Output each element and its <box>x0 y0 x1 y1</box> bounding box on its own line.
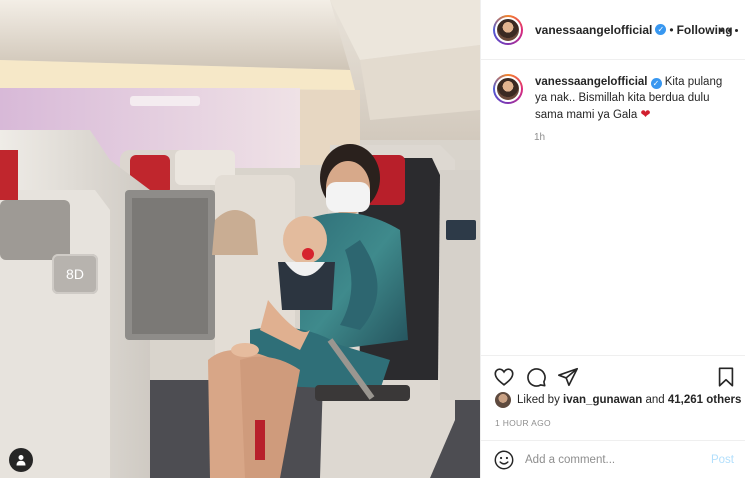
post-comment-button[interactable]: Post <box>711 454 734 466</box>
comment-input[interactable] <box>525 453 711 466</box>
more-horizontal-icon[interactable] <box>720 21 738 39</box>
caption-timestamp[interactable]: 1h <box>534 132 545 143</box>
red-heart-emoji: ❤ <box>640 107 651 121</box>
liker-avatar[interactable] <box>495 392 511 408</box>
person-icon <box>16 455 26 466</box>
caption-avatar[interactable] <box>493 74 523 104</box>
header-separator: • <box>669 22 674 37</box>
likes-and: and <box>645 394 665 406</box>
liker-username[interactable]: ivan_gunawan <box>563 394 642 406</box>
caption-username[interactable]: vanessaangelofficial <box>535 76 648 88</box>
likes-summary: Liked by ivan_gunawan and 41,261 others <box>495 392 741 408</box>
post-photo[interactable]: 8D <box>0 0 480 478</box>
user-tags-button[interactable] <box>9 448 33 472</box>
action-bar <box>481 355 745 397</box>
author-username[interactable]: vanessaangelofficial <box>535 23 652 37</box>
smiley-icon[interactable] <box>493 449 515 471</box>
heart-icon[interactable] <box>493 366 515 388</box>
bookmark-icon[interactable] <box>715 366 737 388</box>
comment-icon[interactable] <box>525 366 547 388</box>
verified-badge-icon: ✓ <box>650 78 662 89</box>
caption-text-block: vanessaangelofficial ✓ Kita pulang ya nak… <box>535 74 735 123</box>
share-icon[interactable] <box>557 366 579 388</box>
seat-number-label: 8D <box>52 254 98 294</box>
airplane-cabin-image <box>0 0 480 478</box>
author-avatar[interactable] <box>493 14 523 45</box>
comment-bar: Post <box>481 440 745 478</box>
verified-badge-icon: ✓ <box>655 24 667 35</box>
post-caption: vanessaangelofficial ✓ Kita pulang ya nak… <box>493 74 738 123</box>
post-header: vanessaangelofficial ✓ • Following <box>481 0 745 60</box>
likes-prefix: Liked by <box>517 394 560 406</box>
post-side-panel: vanessaangelofficial ✓ • Following vanes… <box>480 0 745 478</box>
likes-count[interactable]: 41,261 others <box>668 394 742 406</box>
post-time-ago[interactable]: 1 HOUR AGO <box>495 418 551 428</box>
